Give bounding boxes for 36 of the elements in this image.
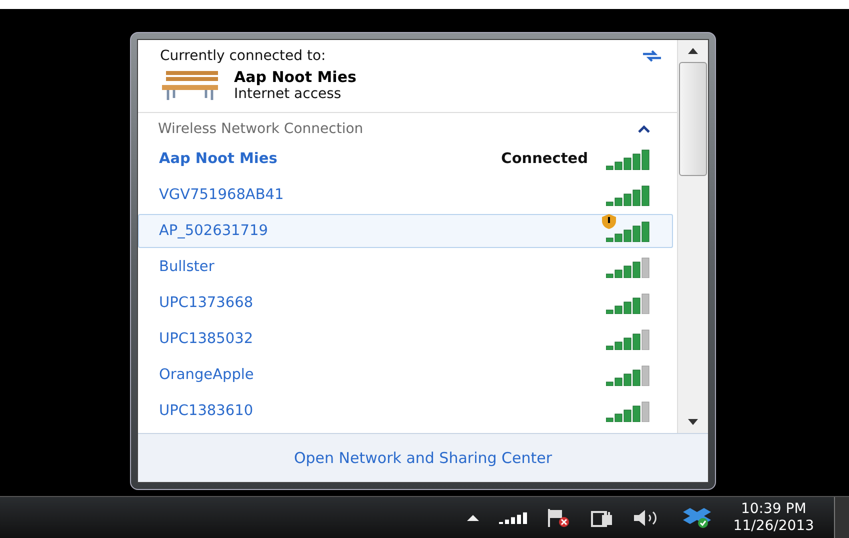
connected-network-name: Aap Noot Mies	[234, 68, 356, 86]
clock-time: 10:39 PM	[740, 500, 806, 518]
network-list-item[interactable]: UPC1383610	[138, 394, 673, 428]
network-list-item[interactable]: Aap Noot Mies Connected	[138, 142, 673, 176]
scroll-up-arrow-icon[interactable]	[688, 48, 698, 54]
show-desktop-button[interactable]	[834, 497, 849, 538]
signal-strength-icon	[606, 148, 652, 170]
internet-access-status: Internet access	[234, 86, 342, 102]
network-list-item[interactable]: AP_502631719	[138, 214, 673, 248]
connection-status: Connected	[501, 151, 588, 167]
signal-strength-icon[interactable]	[499, 512, 528, 524]
collapse-chevron-icon[interactable]	[637, 125, 651, 133]
network-list-item[interactable]: OrangeApple	[138, 358, 673, 392]
section-title: Wireless Network Connection	[158, 121, 364, 137]
scroll-down-arrow-icon[interactable]	[688, 419, 698, 425]
signal-strength-icon	[606, 220, 652, 242]
network-refresh-icon[interactable]	[641, 49, 663, 63]
network-list-item[interactable]: Bullster	[138, 250, 673, 284]
signal-strength-icon	[606, 292, 652, 314]
network-sharing-center-link[interactable]: Open Network and Sharing Center	[294, 449, 552, 467]
taskbar-clock[interactable]: 10:39 PM 11/26/2013	[733, 500, 814, 534]
network-list-item[interactable]: UPC1385032	[138, 322, 673, 356]
network-list-item[interactable]: UPC1373668	[138, 286, 673, 320]
connected-heading: Currently connected to:	[160, 48, 326, 64]
network-list-item[interactable]: VGV751968AB41	[138, 178, 673, 212]
signal-strength-icon	[606, 364, 652, 386]
signal-strength-icon	[606, 184, 652, 206]
clock-date: 11/26/2013	[733, 518, 814, 534]
show-hidden-icons-icon[interactable]	[467, 514, 480, 520]
scrollbar-thumb[interactable]	[679, 62, 707, 176]
signal-strength-icon	[606, 400, 652, 422]
box-sync-icon[interactable]	[681, 506, 714, 528]
flag-error-icon[interactable]	[547, 508, 572, 528]
scrollbar[interactable]	[677, 40, 708, 433]
signal-strength-icon	[606, 328, 652, 350]
signal-strength-icon	[606, 256, 652, 278]
